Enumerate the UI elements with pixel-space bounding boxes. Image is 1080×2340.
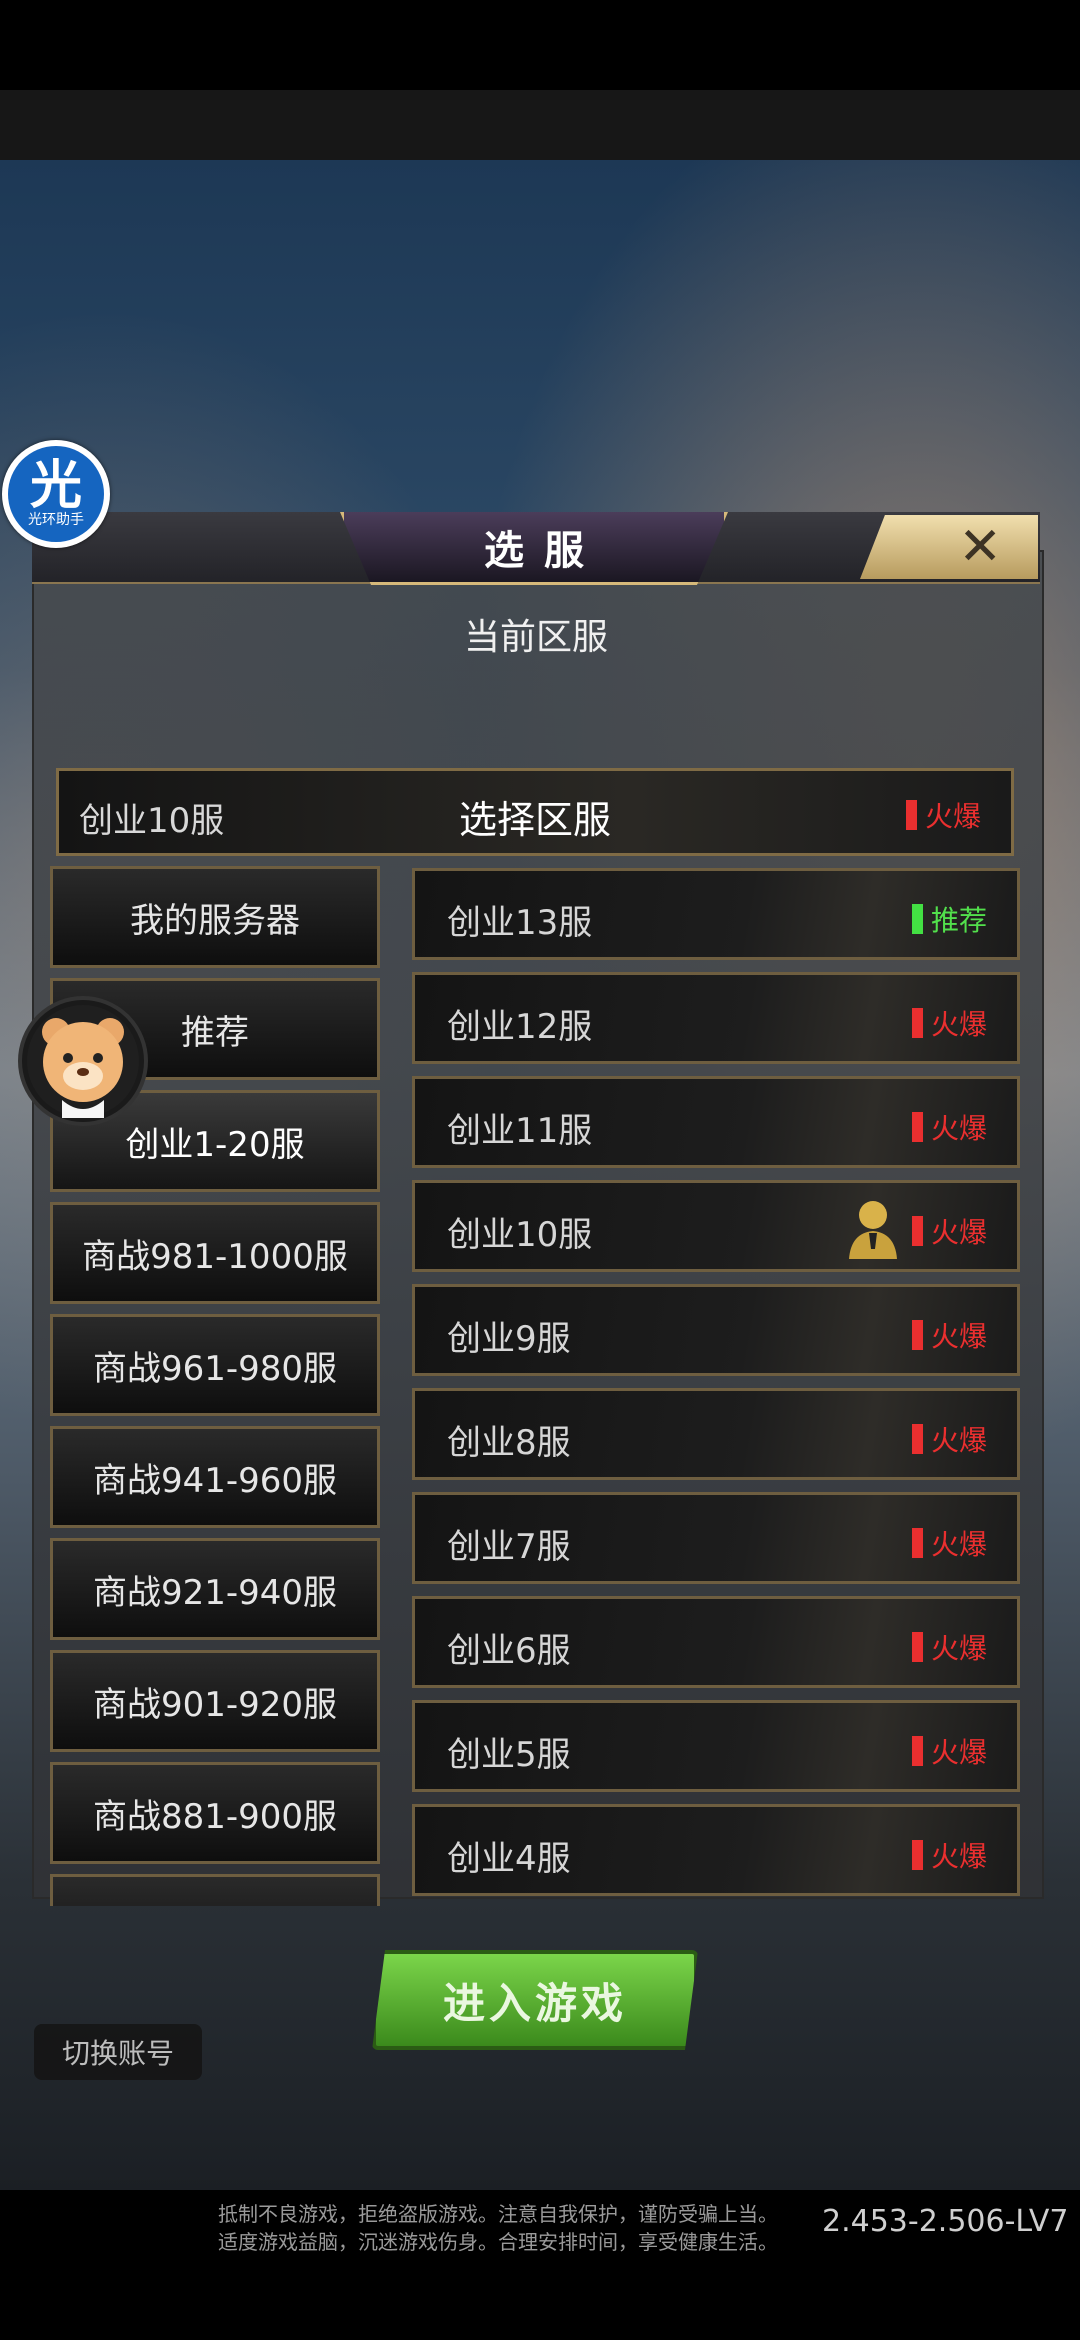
status-badge: 火爆 — [911, 1627, 987, 1667]
bottom-bar — [0, 2268, 1080, 2340]
status-bar-icon — [911, 1736, 923, 1766]
close-button[interactable]: ✕ — [860, 515, 1038, 579]
server-name: 创业11服 — [447, 1111, 593, 1151]
group-item-label: 商战921-940服 — [92, 1572, 338, 1613]
server-name: 创业8服 — [447, 1423, 571, 1463]
group-item-my-servers[interactable]: 我的服务器 — [50, 866, 380, 968]
group-item-label: 商战941-960服 — [92, 1460, 338, 1501]
status-band — [0, 90, 1080, 160]
server-name: 创业9服 — [447, 1319, 571, 1359]
server-row[interactable]: 创业5服 火爆 — [412, 1700, 1020, 1792]
server-name: 创业13服 — [447, 903, 593, 943]
select-server-title: 选择区服 — [458, 798, 611, 842]
server-row[interactable]: 创业7服 火爆 — [412, 1492, 1020, 1584]
status-badge: 火爆 — [911, 1107, 987, 1147]
server-name: 创业6服 — [447, 1631, 571, 1671]
server-row[interactable]: 创业11服 火爆 — [412, 1076, 1020, 1168]
switch-account-button[interactable]: 切换账号 — [34, 2024, 202, 2080]
server-row[interactable]: 创业9服 火爆 — [412, 1284, 1020, 1376]
version-label: 2.453-2.506-LV7 — [822, 2204, 1069, 2239]
helper-logo-icon: 光 — [29, 456, 82, 516]
close-icon: ✕ — [958, 517, 1002, 577]
status-text: 火爆 — [930, 1632, 987, 1665]
group-item-shangzhan-881-900[interactable]: 商战881-900服 — [50, 1762, 380, 1864]
user-avatar-icon — [849, 1201, 897, 1259]
status-badge: 火爆 — [911, 1523, 987, 1563]
bear-assistant-icon[interactable] — [18, 996, 148, 1126]
dialog-title: 选服 — [484, 528, 604, 574]
status-badge: 火爆 — [905, 795, 981, 835]
group-item-shangzhan-981-1000[interactable]: 商战981-1000服 — [50, 1202, 380, 1304]
status-badge: 火爆 — [911, 1419, 987, 1459]
status-text: 火爆 — [930, 1736, 987, 1769]
server-name: 创业10服 — [447, 1215, 593, 1255]
group-item-shangzhan-901-920[interactable]: 商战901-920服 — [50, 1650, 380, 1752]
status-bar-icon — [905, 800, 917, 830]
server-row[interactable]: 创业4服 火爆 — [412, 1804, 1020, 1896]
status-bar-icon — [911, 1840, 923, 1870]
status-text: 火爆 — [924, 800, 981, 833]
server-name: 创业7服 — [447, 1527, 571, 1567]
status-bar-icon — [911, 904, 923, 934]
group-item-label: 创业1-20服 — [125, 1124, 305, 1165]
top-bar — [0, 0, 1080, 90]
server-row[interactable]: 创业12服 火爆 — [412, 972, 1020, 1064]
status-bar-icon — [911, 1320, 923, 1350]
title-plate: 选服 — [340, 512, 728, 585]
group-item-label: 商战981-1000服 — [82, 1236, 348, 1277]
server-list[interactable]: 创业13服 推荐 创业12服 火爆 创业11服 火爆 创业10服 火爆 创业9服… — [408, 866, 1020, 1896]
helper-app-badge[interactable]: 光 光环助手 — [2, 440, 110, 548]
server-row[interactable]: 创业13服 推荐 — [412, 868, 1020, 960]
status-text: 火爆 — [930, 1528, 987, 1561]
status-text: 火爆 — [930, 1840, 987, 1873]
health-notice-line: 适度游戏益脑，沉迷游戏伤身。合理安排时间，享受健康生活。 — [218, 2230, 778, 2254]
server-row[interactable]: 创业6服 火爆 — [412, 1596, 1020, 1688]
server-name: 创业5服 — [447, 1735, 571, 1775]
status-bar-icon — [911, 1424, 923, 1454]
status-badge: 火爆 — [911, 1211, 987, 1251]
group-item-shangzhan-941-960[interactable]: 商战941-960服 — [50, 1426, 380, 1528]
status-badge: 火爆 — [911, 1315, 987, 1355]
status-bar-icon — [911, 1216, 923, 1246]
status-text: 火爆 — [930, 1216, 987, 1249]
group-item-shangzhan-961-980[interactable]: 商战961-980服 — [50, 1314, 380, 1416]
group-item-label: 我的服务器 — [130, 900, 300, 941]
server-name: 创业12服 — [447, 1007, 593, 1047]
status-badge: 火爆 — [911, 1003, 987, 1043]
status-text: 火爆 — [930, 1112, 987, 1145]
server-row[interactable]: 创业8服 火爆 — [412, 1388, 1020, 1480]
group-item-label: 商战901-920服 — [92, 1684, 338, 1725]
status-bar-icon — [911, 1528, 923, 1558]
health-notice-line: 抵制不良游戏，拒绝盗版游戏。注意自我保护，谨防受骗上当。 — [218, 2202, 778, 2226]
status-badge: 推荐 — [911, 899, 987, 939]
current-server-label: 当前区服 — [463, 617, 608, 658]
status-bar-icon — [911, 1112, 923, 1142]
status-badge: 火爆 — [911, 1731, 987, 1771]
status-text: 火爆 — [930, 1008, 987, 1041]
status-text: 火爆 — [930, 1320, 987, 1353]
helper-label: 光环助手 — [28, 512, 84, 528]
status-text: 火爆 — [930, 1424, 987, 1457]
enter-game-button[interactable]: 进入游戏 — [372, 1950, 698, 2050]
group-item-label: 商战881-900服 — [92, 1796, 338, 1837]
group-item-label: 商战961-980服 — [92, 1348, 338, 1389]
group-item-partial[interactable] — [50, 1874, 380, 1906]
group-item-shangzhan-921-940[interactable]: 商战921-940服 — [50, 1538, 380, 1640]
status-text: 推荐 — [930, 904, 987, 937]
server-row[interactable]: 创业10服 火爆 — [412, 1180, 1020, 1272]
current-server-row[interactable]: 创业10服 选择区服 火爆 — [56, 768, 1014, 856]
status-bar-icon — [911, 1632, 923, 1662]
health-notice: 抵制不良游戏，拒绝盗版游戏。注意自我保护，谨防受骗上当。 适度游戏益脑，沉迷游戏… — [218, 2200, 858, 2256]
status-bar-icon — [911, 1008, 923, 1038]
status-badge: 火爆 — [911, 1835, 987, 1875]
server-name: 创业4服 — [447, 1839, 571, 1879]
group-item-label: 推荐 — [181, 1012, 249, 1053]
